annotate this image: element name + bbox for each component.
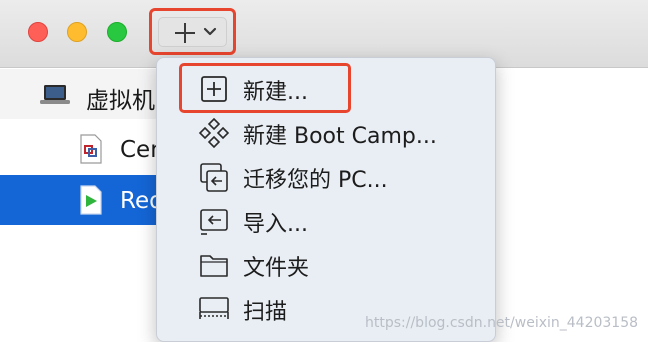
menu-item-label: 迁移您的 PC...: [243, 168, 388, 193]
laptop-icon: [40, 85, 70, 104]
watermark-text: https://blog.csdn.net/weixin_44203158: [365, 315, 639, 331]
sidebar-item-cen[interactable]: Cen: [0, 124, 165, 174]
minimize-window-button[interactable]: [67, 22, 87, 42]
play-file-icon: [80, 185, 102, 215]
sidebar-item-label: 虚拟机: [86, 88, 155, 114]
menu-item-import[interactable]: 导入...: [157, 198, 495, 242]
menu-item-label: 文件夹: [243, 256, 310, 281]
import-icon: [200, 209, 228, 235]
menu-item-migrate-pc[interactable]: 迁移您的 PC...: [157, 154, 495, 198]
folder-icon: [200, 255, 228, 277]
scan-icon: [199, 297, 229, 319]
migrate-icon: [200, 163, 228, 192]
menu-item-folder[interactable]: 文件夹: [157, 242, 495, 286]
bootcamp-icon: [198, 117, 230, 149]
add-vm-button[interactable]: [158, 17, 227, 47]
chevron-down-icon: [203, 27, 217, 36]
sidebar-item-red[interactable]: Red: [0, 175, 164, 225]
close-window-button[interactable]: [28, 22, 48, 42]
menu-item-label: 新建 Boot Camp...: [243, 124, 437, 149]
add-button-highlight: [149, 8, 236, 55]
vm-file-icon: [80, 134, 102, 164]
annotation-highlight-new: [179, 63, 351, 113]
menu-item-label: 扫描: [243, 300, 288, 325]
menu-item-new-bootcamp[interactable]: 新建 Boot Camp...: [157, 110, 495, 154]
sidebar-item-vms[interactable]: 虚拟机: [0, 69, 160, 119]
zoom-window-button[interactable]: [107, 22, 127, 42]
menu-item-label: 导入...: [243, 212, 308, 237]
